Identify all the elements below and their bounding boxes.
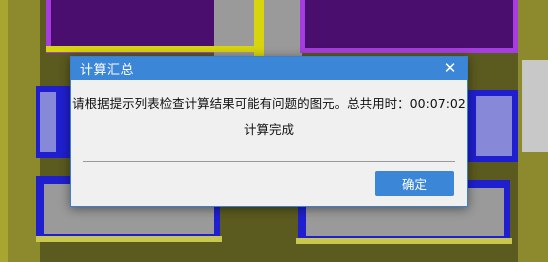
wall-yellow-vertical	[254, 0, 264, 56]
dialog-title: 计算汇总	[80, 63, 135, 78]
column-right	[522, 60, 548, 152]
dialog-status: 计算完成	[243, 122, 294, 137]
room-blue-left-top-inner	[40, 92, 56, 152]
room-purple-right	[300, 0, 518, 53]
wall-bottom-left	[36, 236, 222, 242]
wall-left-edge	[0, 0, 8, 262]
close-icon[interactable]: ✕	[441, 59, 459, 77]
dialog-message: 请根据提示列表检查计算结果可能有问题的图元。总共用时：00:07:02	[72, 96, 466, 111]
dialog-divider	[83, 161, 455, 162]
ok-button[interactable]: 确定	[375, 171, 454, 196]
wall-yellow-horizontal	[46, 46, 254, 52]
room-blue-right-top-inner	[476, 96, 512, 156]
calc-summary-dialog: 计算汇总 ✕ 请根据提示列表检查计算结果可能有问题的图元。总共用时：00:07:…	[70, 56, 468, 207]
corridor-gray-top-right	[264, 0, 302, 56]
wall-bottom-right	[296, 238, 512, 244]
dialog-titlebar[interactable]: 计算汇总 ✕	[71, 57, 467, 80]
